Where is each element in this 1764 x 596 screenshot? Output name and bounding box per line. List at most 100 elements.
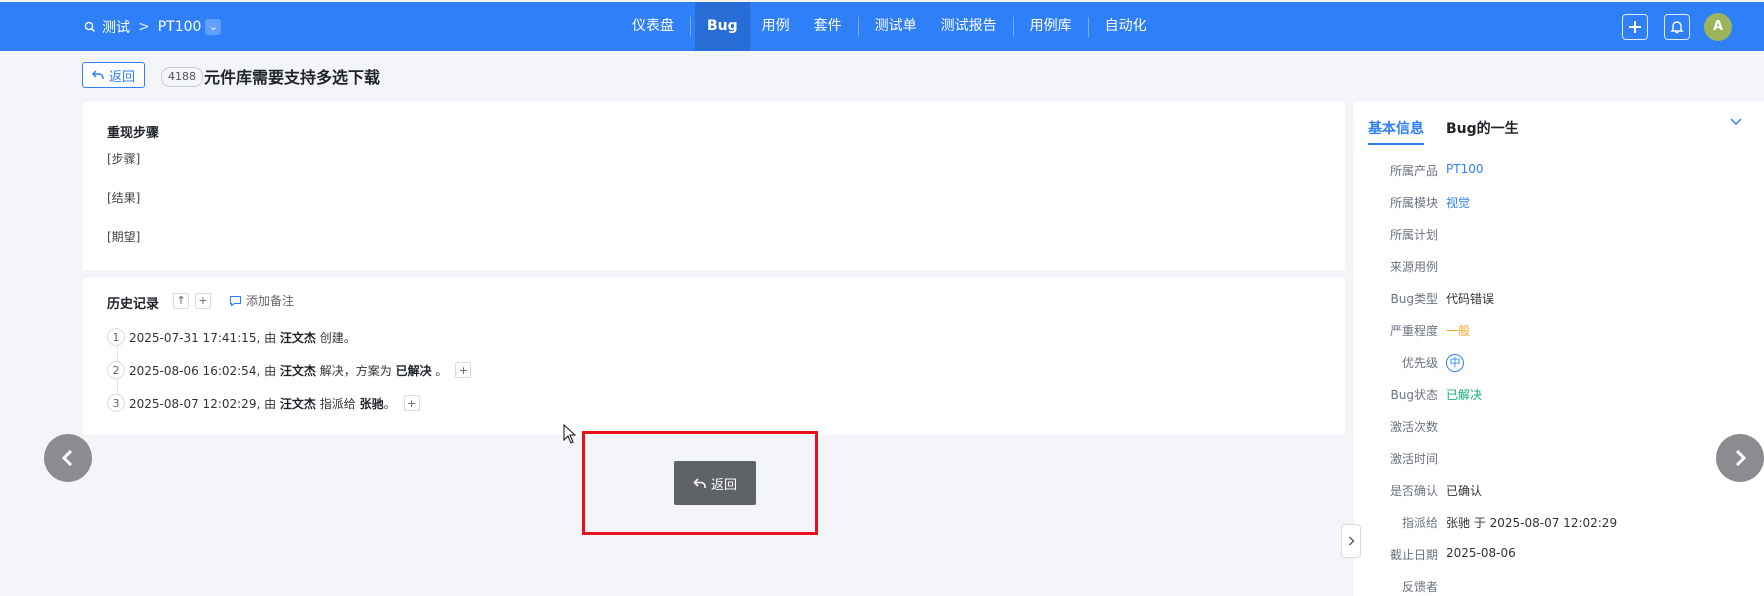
nav-suite[interactable]: 套件 [802, 2, 854, 51]
info-row-activated-date: 激活时间 [1354, 450, 1754, 467]
breadcrumb-product[interactable]: PT100 [158, 19, 202, 35]
history-entry-time: 2025-08-07 12:02:29, 由 [129, 396, 277, 411]
info-value-confirmed: 已确认 [1446, 484, 1483, 498]
history-entry-action: 指派给 [319, 396, 356, 411]
history-entry-tail: 。 [435, 363, 448, 378]
back-button-label: 返回 [109, 69, 136, 85]
breadcrumb-separator: > [138, 18, 150, 35]
side-info-panel: 基本信息 Bug的一生 所属产品 PT100 所属模块 视觉 所属计划 来源用例… [1354, 102, 1764, 596]
info-row-deadline: 截止日期 2025-08-06 [1354, 546, 1754, 563]
history-panel: 历史记录 ↑ + 添加备注 1 2025-07-31 17:41:15, 由 汪… [83, 278, 1345, 435]
sort-up-icon[interactable]: ↑ [173, 292, 189, 309]
steps-title: 重现步骤 [107, 126, 160, 141]
info-row-confirmed: 是否确认 已确认 [1354, 482, 1754, 499]
add-note-button[interactable]: 添加备注 [229, 292, 294, 309]
nav-automation[interactable]: 自动化 [1093, 2, 1159, 51]
notification-bell-icon[interactable] [1664, 13, 1690, 40]
history-entry-number: 3 [107, 394, 125, 412]
history-title: 历史记录 [107, 297, 160, 312]
info-row-activated-count: 激活次数 [1354, 418, 1754, 435]
history-entry: 2 2025-08-06 16:02:54, 由 汪文杰 解决，方案为 已解决 … [107, 361, 477, 379]
nav-divider [1012, 16, 1014, 37]
create-plus-icon[interactable] [1622, 13, 1648, 40]
info-row-module: 所属模块 视觉 [1354, 194, 1754, 211]
info-row-bug-type: Bug类型 代码错误 [1354, 290, 1754, 307]
nav-divider [1087, 16, 1089, 37]
nav-divider [690, 16, 691, 37]
info-label: 反馈者 [1401, 580, 1438, 594]
info-label: Bug状态 [1390, 388, 1438, 402]
bug-title: 元件库需要支持多选下载 [204, 68, 381, 87]
result-placeholder: [结果] [107, 191, 141, 205]
history-entry: 1 2025-07-31 17:41:15, 由 汪文杰 创建。 [107, 328, 356, 346]
nav-dashboard[interactable]: 仪表盘 [620, 2, 686, 51]
info-label: 指派给 [1401, 516, 1438, 530]
expand-entry-icon[interactable]: + [403, 395, 420, 411]
info-row-feedback-by: 反馈者 [1354, 578, 1754, 595]
user-avatar[interactable]: A [1704, 12, 1732, 41]
nav-testtask[interactable]: 测试单 [863, 2, 929, 51]
history-entry: 3 2025-08-07 12:02:29, 由 汪文杰 指派给 张驰。 + [107, 394, 426, 412]
info-value-assigned-to: 张驰 于 2025-08-07 12:02:29 [1446, 516, 1618, 530]
nav-divider [857, 16, 859, 37]
info-label: 所属产品 [1389, 164, 1438, 178]
history-entry-number: 2 [107, 361, 125, 379]
info-value-severity: 一般 [1446, 324, 1471, 338]
info-label: 所属模块 [1389, 196, 1438, 210]
history-entry-actor: 汪文杰 [279, 330, 316, 345]
info-row-plan: 所属计划 [1354, 226, 1754, 243]
nav-testcase[interactable]: 用例 [750, 2, 802, 51]
top-navbar: 测试 > PT100 ⌄ 仪表盘 Bug 用例 套件 测试单 测试报告 用例库 … [0, 2, 1764, 51]
nav-bug[interactable]: Bug [695, 2, 750, 51]
priority-badge: 中 [1446, 354, 1464, 372]
history-entry-time: 2025-07-31 17:41:15, 由 [129, 330, 277, 345]
chevron-right-small-icon [1348, 536, 1354, 546]
steps-panel: 重现步骤 [步骤] [结果] [期望] [83, 102, 1345, 270]
product-dropdown-icon[interactable]: ⌄ [205, 18, 222, 35]
info-row-severity: 严重程度 一般 [1354, 322, 1754, 339]
history-entry-tail: 。 [383, 396, 396, 411]
tab-bug-life[interactable]: Bug的一生 [1446, 118, 1519, 138]
info-label: 来源用例 [1389, 260, 1438, 274]
breadcrumb: 测试 > PT100 ⌄ [84, 2, 222, 51]
search-icon [84, 21, 95, 32]
info-label: 激活次数 [1389, 420, 1438, 434]
info-value-bug-type: 代码错误 [1446, 292, 1495, 306]
mouse-cursor-icon [563, 424, 576, 444]
expand-entry-icon[interactable]: + [455, 362, 472, 378]
history-entry-number: 1 [107, 328, 125, 346]
chevron-left-icon [61, 449, 73, 467]
info-value-status: 已解决 [1446, 388, 1483, 402]
nav-caselib[interactable]: 用例库 [1018, 2, 1084, 51]
step-placeholder: [步骤] [107, 152, 141, 166]
info-label: Bug类型 [1390, 292, 1438, 306]
annotation-highlight-box [582, 431, 818, 535]
info-value-product[interactable]: PT100 [1446, 162, 1483, 179]
history-entry-time: 2025-08-06 16:02:54, 由 [129, 363, 277, 378]
history-entry-target: 张驰 [359, 396, 384, 411]
info-label: 所属计划 [1389, 228, 1438, 242]
next-bug-button[interactable] [1716, 434, 1764, 482]
collapse-chevron-icon[interactable] [1730, 118, 1742, 126]
info-row-source-case: 来源用例 [1354, 258, 1754, 275]
add-note-label: 添加备注 [246, 294, 295, 308]
tab-basic-info[interactable]: 基本信息 [1368, 118, 1424, 145]
back-arrow-icon [92, 70, 104, 79]
prev-bug-button[interactable] [44, 434, 92, 482]
info-label: 优先级 [1401, 356, 1438, 370]
back-button[interactable]: 返回 [82, 62, 146, 88]
history-tools: ↑ + 添加备注 [173, 292, 294, 309]
info-label: 截止日期 [1389, 548, 1438, 562]
history-entry-target: 已解决 [395, 363, 432, 378]
nav-testreport[interactable]: 测试报告 [929, 2, 1009, 51]
breadcrumb-project[interactable]: 测试 [102, 17, 130, 37]
chevron-right-icon [1735, 449, 1747, 467]
expand-all-icon[interactable]: + [195, 292, 211, 309]
info-label: 激活时间 [1389, 452, 1438, 466]
history-entry-action: 创建。 [319, 330, 356, 345]
info-value-module[interactable]: 视觉 [1446, 194, 1470, 211]
side-panel-toggle[interactable] [1341, 524, 1361, 558]
info-label: 严重程度 [1389, 324, 1438, 338]
info-row-priority: 优先级 中 [1354, 354, 1754, 372]
info-row-assigned-to: 指派给 张驰 于 2025-08-07 12:02:29 [1354, 514, 1754, 531]
